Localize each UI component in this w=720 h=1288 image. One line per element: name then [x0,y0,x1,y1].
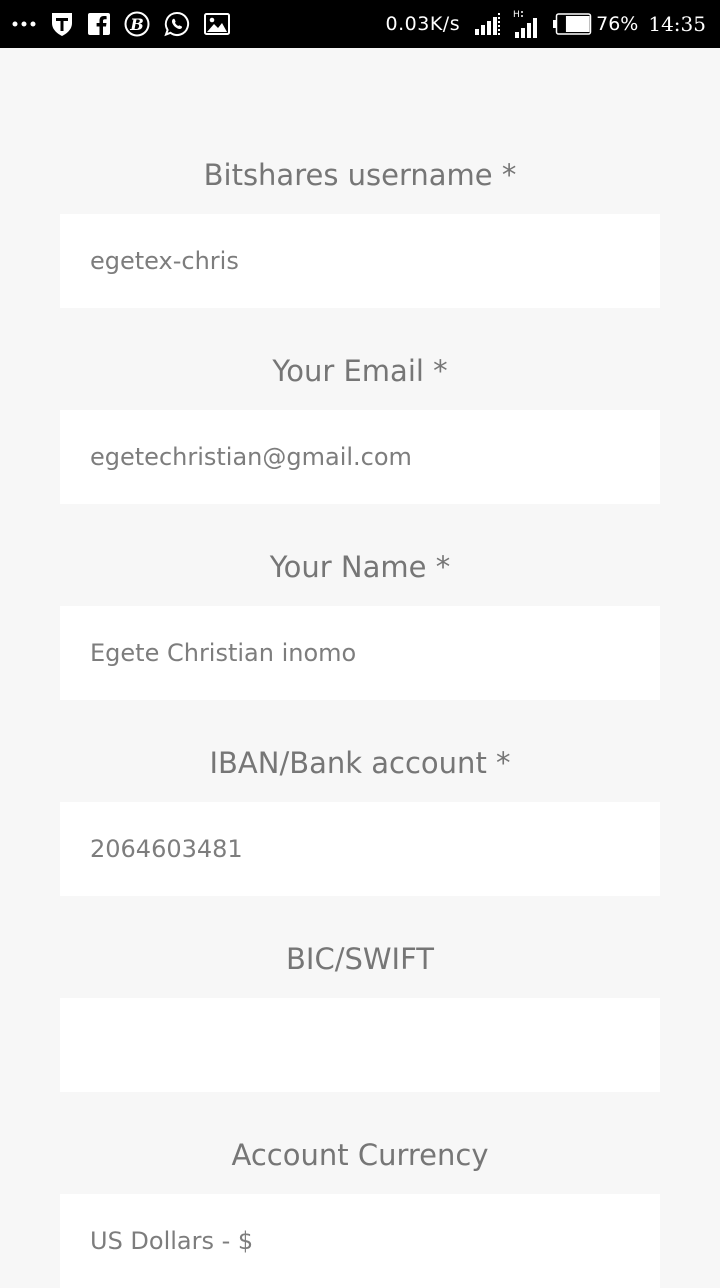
bic-swift-input[interactable] [60,998,660,1092]
currency-label: Account Currency [231,1138,489,1172]
more-dots-icon [12,20,36,28]
email-input[interactable]: egetechristian@gmail.com [60,410,660,504]
username-label: Bitshares username * [203,158,517,192]
whatsapp-icon [164,11,190,37]
email-label: Your Email * [272,354,448,388]
battery-icon [552,13,592,35]
iban-input[interactable]: 2064603481 [60,802,660,896]
svg-text:B: B [129,15,144,34]
battery-indicator: 76% [552,13,638,35]
network-speed: 0.03K/s [385,13,461,35]
network-type-label: H [513,10,520,20]
status-bar: B 0.03K/s H 76% 14:35 [0,0,720,48]
currency-select[interactable]: US Dollars - $ [60,1194,660,1288]
notification-icons: B [12,0,230,48]
clock: 14:35 [648,12,706,36]
gallery-icon [204,13,230,35]
signal-h-icon: H [512,9,542,39]
username-input[interactable]: egetex-chris [60,214,660,308]
shield-app-icon [50,11,74,37]
name-input[interactable]: Egete Christian inomo [60,606,660,700]
battery-percent: 76% [596,13,639,35]
name-label: Your Name * [269,550,451,584]
signal-icon [474,12,502,36]
system-status: 0.03K/s H 76% 14:35 [386,0,706,48]
facebook-icon [88,13,110,35]
bitcoin-app-icon: B [124,11,150,37]
iban-label: IBAN/Bank account * [209,746,511,780]
bic-swift-label: BIC/SWIFT [286,942,434,976]
